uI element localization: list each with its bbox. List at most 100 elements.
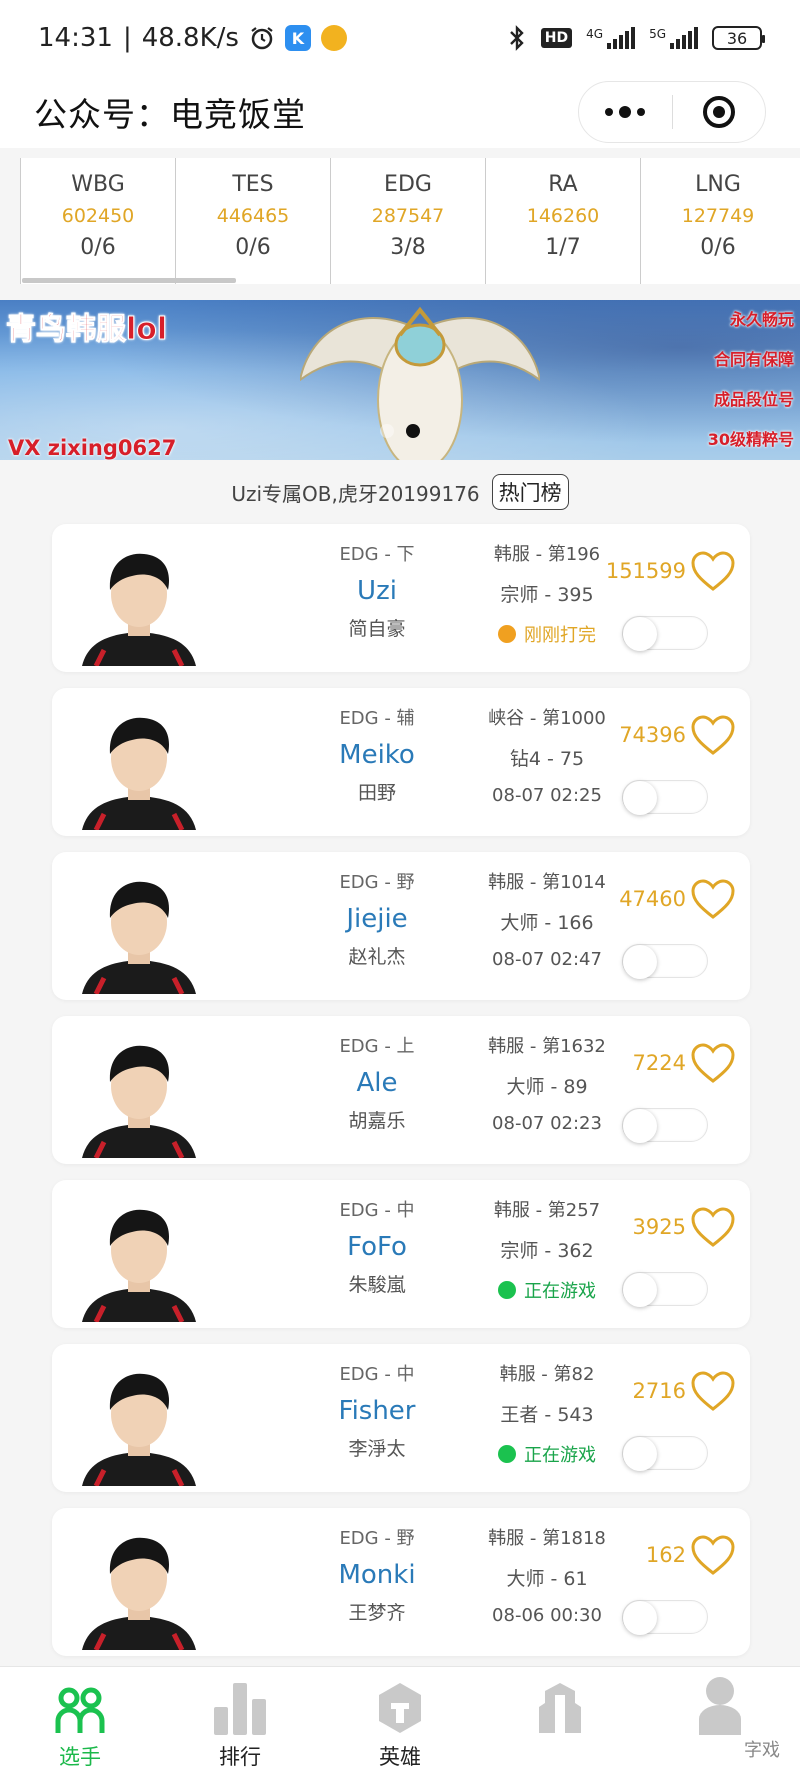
banner-contact: VX zixing0627 [8, 436, 177, 460]
like-group[interactable]: 47460 [619, 878, 736, 920]
team-record: 0/6 [80, 235, 116, 260]
heart-icon[interactable] [690, 1206, 736, 1248]
server-rank: 韩服 - 第82 [499, 1364, 595, 1385]
status-text: 刚刚打完 [524, 625, 596, 646]
banner-tag: 永久畅玩 [729, 310, 794, 329]
nav-players[interactable]: 选手 [0, 1667, 160, 1778]
follow-toggle[interactable] [622, 944, 708, 979]
team-record: 0/6 [700, 235, 736, 260]
nav-heroes[interactable]: 英雄 [320, 1667, 480, 1778]
player-card[interactable]: EDG - 辅 Meiko 田野 峡谷 - 第1000 钻4 - 75 08-07 02:… [52, 688, 750, 836]
teams-scroll-indicator [22, 278, 236, 283]
tier-points: 大师 - 89 [506, 1076, 588, 1098]
heart-icon[interactable] [690, 714, 736, 756]
player-card[interactable]: EDG - 野 Monki 王梦齐 韩服 - 第1818 大师 - 61 08-06 00… [52, 1508, 750, 1656]
heart-icon[interactable] [690, 1042, 736, 1084]
like-count: 2716 [632, 1379, 686, 1403]
team-item[interactable]: LNG 127749 0/6 [640, 158, 795, 284]
follow-toggle[interactable] [622, 616, 708, 651]
player-card[interactable]: EDG - 中 Fisher 李淨太 韩服 - 第82 王者 - 543 正在游戏 2716 [52, 1344, 750, 1492]
notice-text: Uzi专属OB,虎牙20199176 [231, 481, 480, 506]
player-card[interactable]: EDG - 中 FoFo 朱駿嵐 韩服 - 第257 宗师 - 362 正在游戏 3925 [52, 1180, 750, 1328]
team-item[interactable]: EDG 287547 3/8 [330, 158, 485, 284]
like-group[interactable]: 7224 [633, 1042, 736, 1084]
hot-list-button[interactable]: 热门榜 [491, 474, 569, 510]
more-dots-icon [605, 106, 646, 118]
player-status: 08-07 02:23 [442, 1113, 652, 1134]
player-card[interactable]: EDG - 野 Jiejie 赵礼杰 韩服 - 第1014 大师 - 166 08-07 … [52, 852, 750, 1000]
follow-toggle[interactable] [622, 1600, 708, 1635]
ad-banner[interactable]: 青鸟韩服lol VX zixing0627 永久畅玩 合同有保障 成品段位号 3… [0, 300, 800, 460]
team-score: 127749 [681, 205, 755, 227]
notice-bar: Uzi专属OB,虎牙20199176 热门榜 [0, 472, 800, 512]
heart-icon[interactable] [690, 550, 736, 592]
player-avatar [74, 710, 204, 830]
heart-icon[interactable] [690, 878, 736, 920]
team-name: RA [548, 172, 578, 197]
status-text: 08-07 02:47 [492, 949, 602, 970]
team-item[interactable]: TES 446465 0/6 [175, 158, 330, 284]
players-icon [52, 1681, 108, 1735]
player-status: 08-07 02:25 [442, 785, 652, 806]
team-name: EDG [384, 172, 432, 197]
player-card[interactable]: EDG - 下 Uzi 简自豪 韩服 - 第196 宗师 - 395 刚刚打完 151599 [52, 524, 750, 672]
status-dot-icon [498, 1281, 516, 1299]
bluetooth-icon [507, 25, 527, 51]
follow-toggle[interactable] [622, 1436, 708, 1471]
follow-toggle[interactable] [622, 1108, 708, 1143]
status-text: 08-07 02:25 [492, 785, 602, 806]
banner-tag: 30级精粹号 [707, 430, 794, 449]
team-name: WBG [71, 172, 125, 197]
target-icon [702, 96, 735, 128]
team-score: 446465 [216, 205, 290, 227]
nav-label: 排行 [219, 1745, 261, 1769]
toggle-knob [623, 1437, 657, 1471]
player-status: 刚刚打完 [442, 621, 652, 647]
player-avatar [74, 874, 204, 994]
banner-title: 青鸟韩服lol [5, 312, 168, 348]
close-program-button[interactable] [673, 82, 766, 142]
player-avatar [74, 1038, 204, 1158]
follow-toggle[interactable] [622, 1272, 708, 1307]
team-name: TES [232, 172, 274, 197]
heart-icon[interactable] [690, 1534, 736, 1576]
like-count: 74396 [619, 723, 686, 747]
mini-program-capsule [578, 81, 766, 143]
app-header: 公众号：电竞饭堂 [0, 76, 800, 148]
page-title: 公众号：电竞饭堂 [34, 95, 306, 134]
carousel-dot[interactable] [380, 424, 394, 438]
signal-4g-icon: 4G [586, 27, 636, 49]
nav-ranking[interactable]: 排行 [160, 1667, 320, 1778]
alarm-icon [249, 25, 275, 51]
like-group[interactable]: 74396 [619, 714, 736, 756]
like-count: 7224 [632, 1051, 686, 1075]
heart-icon[interactable] [690, 1370, 736, 1412]
like-count: 47460 [619, 887, 686, 911]
toggle-knob [623, 945, 657, 979]
server-rank: 韩服 - 第1632 [488, 1036, 606, 1057]
nav-label: 选手 [59, 1745, 101, 1769]
server-rank: 韩服 - 第1818 [488, 1528, 606, 1549]
follow-toggle[interactable] [622, 780, 708, 815]
team-record: 1/7 [545, 235, 581, 260]
like-group[interactable]: 151599 [606, 550, 736, 592]
watermark: 字戏 [744, 1740, 780, 1761]
nav-tower[interactable] [480, 1667, 640, 1778]
status-text: 08-07 02:23 [492, 1113, 602, 1134]
like-count: 162 [645, 1543, 686, 1567]
carousel-dot-active[interactable] [406, 424, 420, 438]
team-record: 3/8 [390, 235, 426, 260]
banner-tag: 合同有保障 [713, 350, 794, 369]
player-card[interactable]: EDG - 上 Ale 胡嘉乐 韩服 - 第1632 大师 - 89 08-07 02:2… [52, 1016, 750, 1164]
status-time: 14:31 [38, 23, 113, 53]
like-group[interactable]: 2716 [633, 1370, 736, 1412]
like-group[interactable]: 162 [646, 1534, 736, 1576]
team-item[interactable]: RA 146260 1/7 [485, 158, 640, 284]
team-score: 602450 [61, 205, 135, 227]
like-group[interactable]: 3925 [633, 1206, 736, 1248]
team-item[interactable]: WBG 602450 0/6 [20, 158, 175, 284]
user-icon [692, 1677, 748, 1735]
more-button[interactable] [579, 82, 672, 142]
hd-voice-icon: HD [540, 28, 573, 48]
tier-points: 王者 - 543 [500, 1404, 594, 1426]
